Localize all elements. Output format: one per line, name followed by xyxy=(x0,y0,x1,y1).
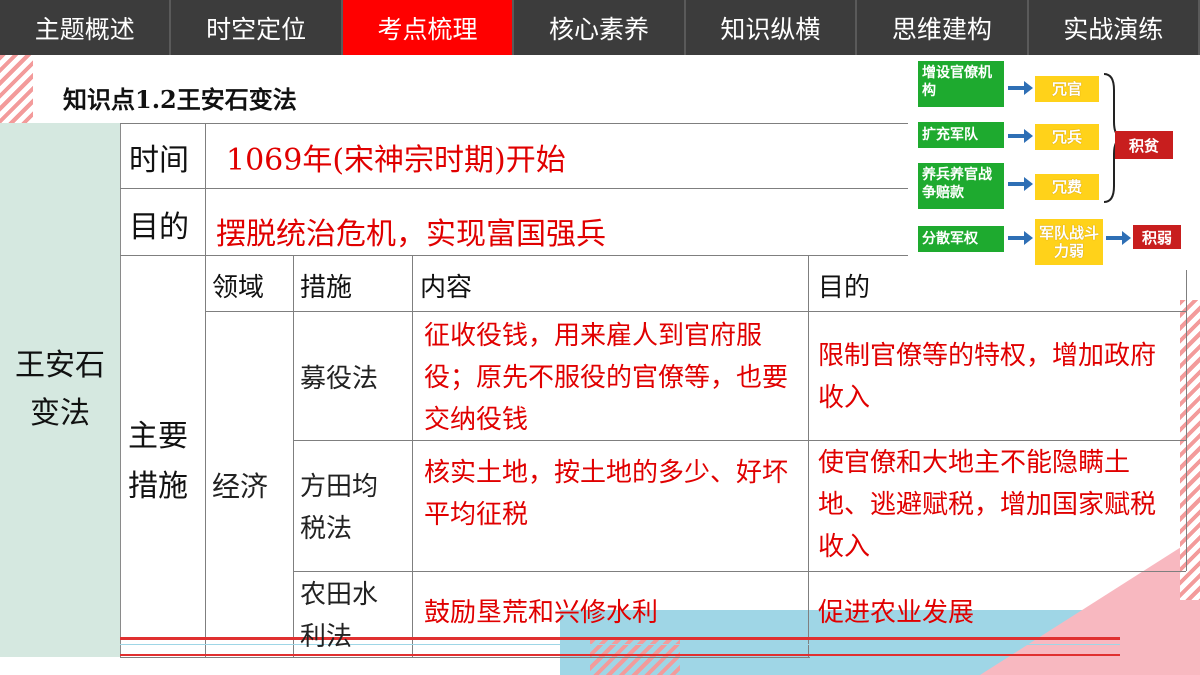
tab-practice[interactable]: 实战演练 xyxy=(1028,0,1200,55)
table-line xyxy=(293,571,1186,572)
arrow-icon xyxy=(1008,81,1033,245)
purpose-cell: 限制官僚等的特权，增加政府收入 xyxy=(818,341,1157,413)
table-line xyxy=(120,123,910,124)
tab-core-literacy[interactable]: 核心素养 xyxy=(514,0,686,55)
tab-mind-map[interactable]: 思维建构 xyxy=(857,0,1029,55)
table-line xyxy=(205,123,206,657)
table-line xyxy=(293,255,294,657)
tab-timeline[interactable]: 时空定位 xyxy=(171,0,343,55)
effect-box: 军队战斗力弱 xyxy=(1035,219,1103,265)
content-cell: 征收役钱，用来雇人到官府服役；原先不服役的官僚等，也要交纳役钱 xyxy=(424,321,789,435)
purpose-value: 摆脱统治危机，实现富国强兵 xyxy=(216,217,606,252)
tab-key-points[interactable]: 考点梳理 xyxy=(342,0,515,55)
tab-overview[interactable]: 主题概述 xyxy=(0,0,172,55)
content-cell: 核实土地，按土地的多少、好坏平均征税 xyxy=(424,458,789,530)
time-label: 时间 xyxy=(129,143,189,178)
cause-box: 增设官僚机构 xyxy=(918,61,1004,107)
content-cell: 鼓励垦荒和兴修水利 xyxy=(424,598,659,628)
header-content: 内容 xyxy=(420,273,473,303)
cause-effect-diagram: 增设官僚机构 扩充军队 养兵养官战争赔款 分散军权 冗官 冗兵 冗费 军队战斗力… xyxy=(908,56,1190,270)
cause-box: 养兵养官战争赔款 xyxy=(918,163,1004,209)
effect-box: 冗费 xyxy=(1035,174,1099,200)
header-domain: 领域 xyxy=(212,273,265,303)
table-line xyxy=(205,311,1186,312)
topic-label: 王安石变法 xyxy=(15,348,105,431)
measure-cell: 农田水利法 xyxy=(300,580,379,652)
time-value: 1069年(宋神宗时期)开始 xyxy=(226,143,566,178)
topic-label-cell: 王安石变法 xyxy=(0,123,121,657)
decor-blue-line xyxy=(120,644,1120,645)
result-box: 积弱 xyxy=(1133,225,1181,249)
measure-cell: 方田均税法 xyxy=(300,472,379,544)
result-box: 积贫 xyxy=(1115,131,1173,159)
table-line xyxy=(120,657,810,658)
section-title: 知识点1.2王安石变法 xyxy=(63,85,297,114)
table-line xyxy=(412,255,413,657)
header-measure: 措施 xyxy=(300,273,353,303)
purpose-label: 目的 xyxy=(129,210,189,245)
measures-label: 主要措施 xyxy=(128,419,188,504)
cause-box: 扩充军队 xyxy=(918,122,1004,148)
purpose-cell: 促进农业发展 xyxy=(818,598,975,628)
decor-red-lines xyxy=(120,637,1120,656)
effect-box: 冗兵 xyxy=(1035,124,1099,150)
table-line xyxy=(120,188,910,189)
header-purpose: 目的 xyxy=(818,273,871,303)
purpose-cell: 使官僚和大地主不能隐瞒土地、逃避赋税，增加国家赋税收入 xyxy=(818,448,1157,562)
measure-cell: 募役法 xyxy=(300,364,379,394)
decor-hatch-right xyxy=(1180,300,1200,600)
tab-knowledge[interactable]: 知识纵横 xyxy=(685,0,858,55)
domain-cell: 经济 xyxy=(212,470,269,503)
decor-hatch-left xyxy=(0,55,33,123)
effect-box: 冗官 xyxy=(1035,76,1099,102)
table-line xyxy=(808,255,809,657)
top-nav: 主题概述 时空定位 考点梳理 核心素养 知识纵横 思维建构 实战演练 xyxy=(0,0,1200,55)
cause-box: 分散军权 xyxy=(918,226,1004,252)
table-line xyxy=(1186,255,1187,571)
